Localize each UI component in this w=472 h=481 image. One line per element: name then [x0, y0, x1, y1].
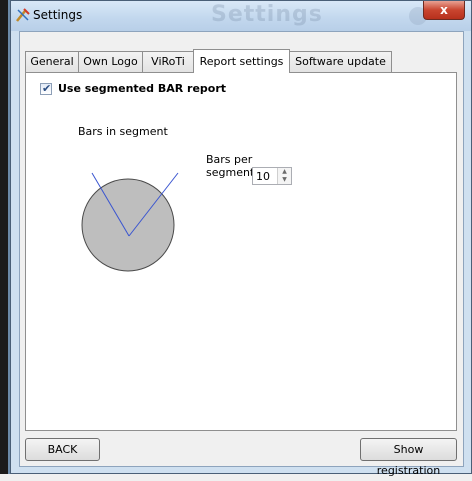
bars-in-segment-diagram: Bars in segment [62, 125, 192, 275]
tab-own-logo[interactable]: Own Logo [78, 51, 143, 72]
segment-circle [81, 178, 175, 272]
settings-app-icon [16, 8, 30, 22]
segment-diagram-svg [81, 172, 179, 272]
window-ghost-title: Settings [211, 2, 323, 27]
spin-down-arrow-icon[interactable]: ▼ [278, 176, 291, 184]
bars-per-label-line2: segment [206, 166, 255, 179]
stepper-buttons: ▲ ▼ [277, 168, 291, 184]
tab-software-update[interactable]: Software update [289, 51, 392, 72]
check-mark-icon: ✔ [42, 82, 52, 95]
bars-per-segment-value[interactable]: 10 [256, 170, 270, 183]
close-button[interactable]: x [423, 1, 465, 20]
bars-per-segment-stepper[interactable]: 10 ▲ ▼ [252, 167, 292, 185]
window-client: General Own Logo ViRoTi Report settings … [19, 31, 464, 477]
window-title: Settings [33, 8, 83, 22]
title-bar[interactable]: Settings Settings x [11, 1, 471, 31]
tab-general[interactable]: General [25, 51, 79, 72]
report-settings-panel: ✔ Use segmented BAR report Bars in segme… [25, 72, 457, 431]
spin-up-arrow-icon[interactable]: ▲ [278, 168, 291, 176]
tab-viroti[interactable]: ViRoTi [142, 51, 194, 72]
back-button[interactable]: BACK [25, 438, 100, 461]
bars-per-segment-label: Bars per segment [206, 153, 254, 179]
show-registration-button[interactable]: Show registration [360, 438, 457, 477]
use-segmented-label: Use segmented BAR report [58, 82, 227, 95]
tab-report-settings[interactable]: Report settings [193, 49, 290, 73]
settings-window: Settings Settings x General Own Logo ViR… [10, 0, 472, 477]
use-segmented-checkbox[interactable]: ✔ [40, 82, 52, 95]
desktop-edge [0, 0, 10, 474]
bars-per-label-line1: Bars per [206, 153, 253, 166]
